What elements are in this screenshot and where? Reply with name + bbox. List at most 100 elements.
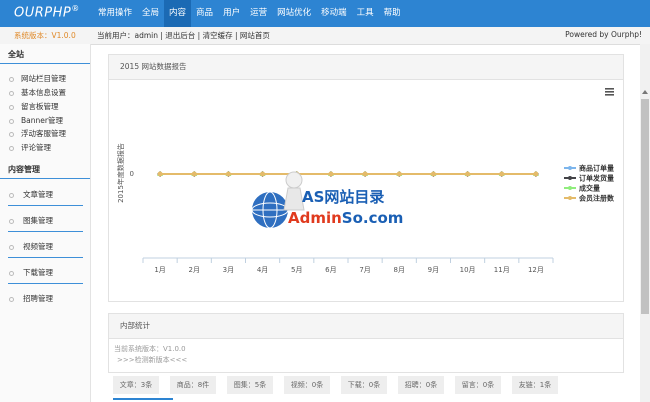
check-version-link[interactable]: >>>检测新版本<<< bbox=[117, 355, 187, 365]
watermark-line2: AdminSo.com bbox=[288, 209, 404, 227]
legend-marker bbox=[568, 166, 572, 170]
clear-cache-link[interactable]: 清空缓存 bbox=[203, 31, 233, 40]
stats-panel: 内部统计 当前系统版本：V1.0.0 >>>检测新版本<<< bbox=[108, 313, 624, 373]
x-tick-label: 11月 bbox=[494, 266, 510, 274]
data-point[interactable] bbox=[157, 171, 163, 177]
system-version: 系统版本：V1.0.0 bbox=[14, 31, 76, 40]
legend-item[interactable]: 成交量 bbox=[579, 184, 600, 193]
legend-marker bbox=[568, 176, 572, 180]
sidebar-item-banner[interactable]: Banner管理 bbox=[9, 115, 63, 126]
sidebar-item-columns[interactable]: 网站栏目管理 bbox=[9, 73, 66, 84]
bullet-icon bbox=[9, 104, 14, 110]
legend-item[interactable]: 商品订单量 bbox=[579, 164, 614, 173]
watermark-logo: AS网站目录 AdminSo.com bbox=[248, 166, 408, 236]
data-point[interactable] bbox=[465, 171, 471, 177]
sidebar-item-jobs[interactable]: 招聘管理 bbox=[9, 293, 53, 304]
bullet-icon bbox=[9, 244, 14, 250]
current-user-label: 当前用户： bbox=[97, 31, 135, 40]
nav-item-common[interactable]: 常用操作 bbox=[93, 0, 137, 27]
x-tick-label: 7月 bbox=[359, 266, 370, 274]
top-navbar: OURPHP® 常用操作 全局 内容 商品 用户 运营 网站优化 移动端 工具 … bbox=[0, 0, 650, 27]
app-logo[interactable]: OURPHP® bbox=[14, 4, 80, 20]
page-scrollbar[interactable] bbox=[640, 44, 650, 402]
legend-marker bbox=[568, 186, 572, 190]
sidebar-item-guestbook[interactable]: 留言板管理 bbox=[9, 101, 59, 112]
chart-legend: 商品订单量订单发货量成交量会员注册数 bbox=[564, 164, 615, 203]
sidebar-item-basic-info[interactable]: 基本信息设置 bbox=[9, 87, 66, 98]
nav-item-help[interactable]: 帮助 bbox=[379, 0, 406, 27]
x-axis: 1月 2月 3月 4月 5月 6月 7月 8月 9月 10月 11月 12月 bbox=[142, 258, 554, 274]
bullet-icon bbox=[9, 270, 14, 276]
bullet-icon bbox=[9, 90, 14, 96]
sidebar-item-comments[interactable]: 评论管理 bbox=[9, 142, 51, 153]
sidebar-section-content: 内容管理 bbox=[8, 165, 40, 174]
nav-item-seo[interactable]: 网站优化 bbox=[272, 0, 316, 27]
stat-videos: 视频：0条 bbox=[284, 376, 330, 394]
stat-links: 友链：1条 bbox=[512, 376, 558, 394]
stat-products: 商品：8件 bbox=[170, 376, 216, 394]
data-point[interactable] bbox=[225, 171, 231, 177]
sidebar-item-downloads[interactable]: 下载管理 bbox=[9, 267, 53, 278]
sidebar-item-float-service[interactable]: 浮动客服管理 bbox=[9, 128, 66, 139]
powered-by: Powered by Ourphp! bbox=[565, 30, 642, 39]
stat-messages: 留言：0条 bbox=[455, 376, 501, 394]
divider bbox=[0, 178, 90, 179]
divider bbox=[8, 205, 83, 206]
nav-item-content[interactable]: 内容 bbox=[164, 0, 192, 27]
bullet-icon bbox=[9, 192, 14, 198]
x-tick-label: 2月 bbox=[189, 266, 200, 274]
x-tick-label: 10月 bbox=[460, 266, 476, 274]
stat-gallery: 图集：5条 bbox=[227, 376, 273, 394]
nav-item-products[interactable]: 商品 bbox=[191, 0, 218, 27]
bullet-icon bbox=[9, 131, 14, 137]
x-tick-label: 8月 bbox=[394, 266, 405, 274]
sidebar-item-articles[interactable]: 文章管理 bbox=[9, 189, 53, 200]
sidebar-item-gallery[interactable]: 图集管理 bbox=[9, 215, 53, 226]
divider bbox=[8, 257, 83, 258]
x-tick-label: 5月 bbox=[291, 266, 302, 274]
legend-marker bbox=[568, 196, 572, 200]
x-tick-label: 6月 bbox=[325, 266, 336, 274]
nav-item-tools[interactable]: 工具 bbox=[352, 0, 379, 27]
sidebar-item-videos[interactable]: 视频管理 bbox=[9, 241, 53, 252]
menu-icon[interactable] bbox=[605, 88, 614, 96]
data-point[interactable] bbox=[430, 171, 436, 177]
stat-downloads: 下载：0条 bbox=[341, 376, 387, 394]
watermark-line1: AS网站目录 bbox=[302, 188, 385, 206]
bullet-icon bbox=[9, 145, 14, 151]
y-tick-label: 0 bbox=[130, 170, 134, 178]
legend-item[interactable]: 会员注册数 bbox=[579, 194, 615, 203]
data-point[interactable] bbox=[533, 171, 539, 177]
site-home-link[interactable]: 网站首页 bbox=[240, 31, 270, 40]
sidebar-section-global: 全站 bbox=[8, 50, 24, 59]
nav-item-mobile[interactable]: 移动端 bbox=[316, 0, 352, 27]
stats-panel-title: 内部统计 bbox=[109, 314, 623, 339]
data-point[interactable] bbox=[499, 171, 505, 177]
separator: | bbox=[195, 31, 203, 40]
bullet-icon bbox=[9, 76, 14, 82]
x-tick-label: 9月 bbox=[428, 266, 439, 274]
user-info: 当前用户：admin | 退出后台 | 清空缓存 | 网站首页 bbox=[97, 30, 270, 41]
divider bbox=[0, 63, 90, 64]
divider bbox=[8, 231, 83, 232]
nav-item-users[interactable]: 用户 bbox=[218, 0, 245, 27]
username: admin bbox=[134, 31, 159, 40]
x-tick-label: 1月 bbox=[154, 266, 165, 274]
bullet-icon bbox=[9, 118, 14, 124]
bullet-icon bbox=[9, 296, 14, 302]
main-nav: 常用操作 全局 内容 商品 用户 运营 网站优化 移动端 工具 帮助 bbox=[93, 0, 406, 27]
sidebar: 全站 网站栏目管理 基本信息设置 留言板管理 Banner管理 浮动客服管理 评… bbox=[0, 44, 91, 402]
divider bbox=[8, 283, 83, 284]
data-point[interactable] bbox=[191, 171, 197, 177]
nav-item-operations[interactable]: 运营 bbox=[245, 0, 272, 27]
nav-item-global[interactable]: 全局 bbox=[137, 0, 164, 27]
scrollbar-thumb[interactable] bbox=[641, 99, 649, 314]
legend-item[interactable]: 订单发货量 bbox=[579, 174, 614, 183]
bullet-icon bbox=[9, 218, 14, 224]
info-bar: 系统版本：V1.0.0 当前用户：admin | 退出后台 | 清空缓存 | 网… bbox=[0, 27, 650, 45]
logout-link[interactable]: 退出后台 bbox=[165, 31, 195, 40]
current-version: 当前系统版本：V1.0.0 bbox=[114, 345, 186, 353]
scroll-up-icon[interactable] bbox=[642, 90, 648, 94]
active-indicator bbox=[113, 398, 173, 400]
x-tick-label: 12月 bbox=[528, 266, 544, 274]
